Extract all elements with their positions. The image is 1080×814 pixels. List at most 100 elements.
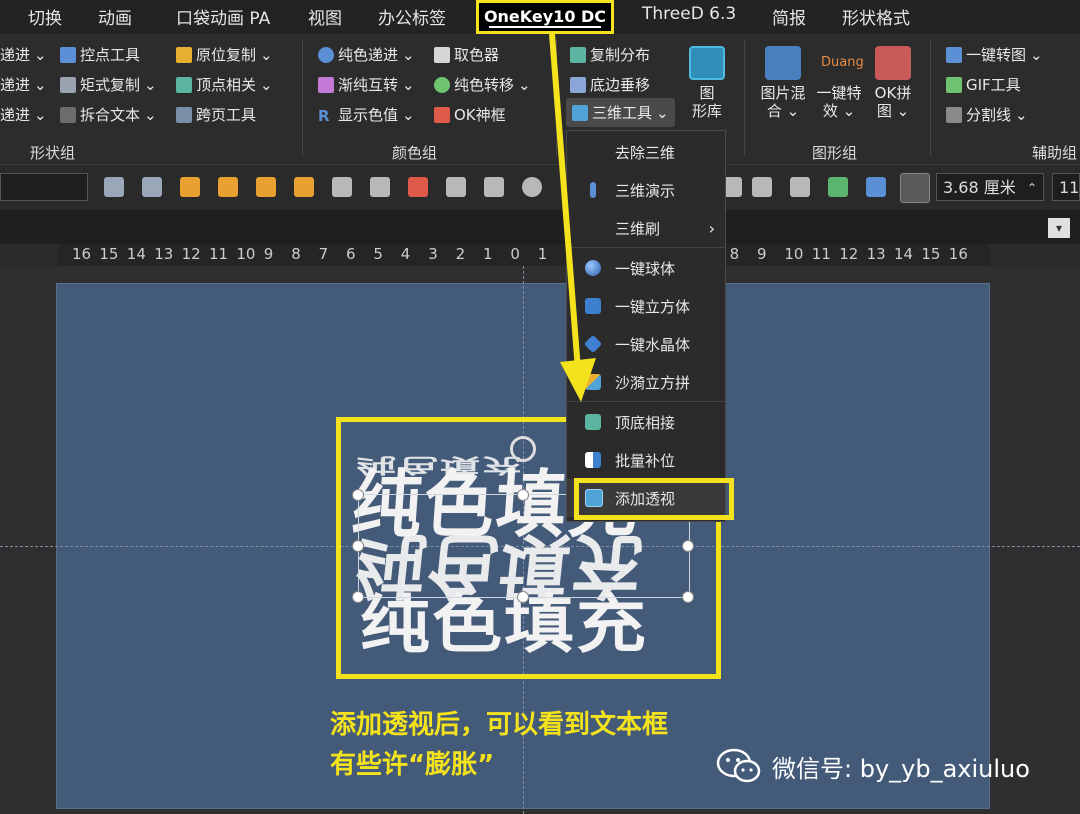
ruler-tick: 1 bbox=[483, 245, 493, 263]
menu-pocket-animation[interactable]: 口袋动画 PA bbox=[176, 4, 270, 29]
cursor-select-icon[interactable] bbox=[900, 173, 930, 203]
image-blend-button[interactable]: 图片混合 ⌄ bbox=[756, 46, 810, 120]
brush-icon[interactable] bbox=[790, 177, 810, 197]
duang-text: Duang bbox=[821, 55, 864, 70]
chevron-down-icon: ⌄ bbox=[260, 45, 273, 64]
chevron-down-icon: ⌄ bbox=[260, 75, 273, 94]
select-tool-icon[interactable] bbox=[866, 177, 886, 197]
show-color-value-button[interactable]: R 显示色值 ⌄ bbox=[318, 104, 415, 125]
divider-line-button[interactable]: 分割线 ⌄ bbox=[946, 104, 1028, 125]
height-field[interactable]: 11 bbox=[1052, 173, 1080, 201]
label: 纯色递进 bbox=[338, 46, 399, 64]
align-tool-icon[interactable] bbox=[828, 177, 848, 197]
ruler-tick: 8 bbox=[291, 245, 301, 263]
divider bbox=[744, 40, 745, 156]
hexagon-icon bbox=[689, 46, 725, 80]
ruler-tick: 5 bbox=[373, 245, 383, 263]
shape-stack-icon[interactable] bbox=[256, 177, 276, 197]
ok-puzzle-button[interactable]: OK拼图 ⌄ bbox=[868, 46, 918, 120]
label: 控点工具 bbox=[80, 46, 141, 64]
chevron-down-icon: ⌄ bbox=[518, 75, 531, 94]
ok-frame-button[interactable]: OK神框 bbox=[434, 104, 506, 125]
ruler-tick: 13 bbox=[154, 245, 174, 263]
gif-tool-button[interactable]: GIF工具 bbox=[946, 74, 1021, 95]
ribbon-recursive-3[interactable]: 递进 ⌄ bbox=[0, 104, 47, 125]
shape-group-icon[interactable] bbox=[294, 177, 314, 197]
label: 矩式复制 bbox=[80, 76, 141, 94]
split-text-button[interactable]: 拆合文本 ⌄ bbox=[60, 104, 157, 125]
align-center-icon[interactable] bbox=[370, 177, 390, 197]
label: 形库 bbox=[691, 102, 722, 120]
chevron-right-icon: › bbox=[708, 218, 715, 238]
menu-transitions[interactable]: 切换 bbox=[28, 4, 62, 29]
align-left-icon[interactable] bbox=[104, 177, 124, 197]
ribbon-recursive-1[interactable]: 递进 ⌄ bbox=[0, 44, 47, 65]
label: 一键立方体 bbox=[615, 297, 691, 316]
in-place-copy-button[interactable]: 原位复制 ⌄ bbox=[176, 44, 273, 65]
horizontal-ruler: 1615141312111098765432101234567891011121… bbox=[58, 244, 990, 266]
wechat-icon bbox=[716, 748, 761, 783]
menu-view[interactable]: 视图 bbox=[308, 4, 342, 29]
shape-front-icon[interactable] bbox=[180, 177, 200, 197]
chevron-down-icon: ⌄ bbox=[144, 75, 157, 94]
chevron-down-icon: ⌄ bbox=[144, 105, 157, 124]
label: 批量补位 bbox=[615, 451, 676, 470]
menu-threed[interactable]: ThreeD 6.3 bbox=[642, 4, 736, 24]
highlight-add-perspective bbox=[574, 478, 734, 520]
curve-icon[interactable] bbox=[752, 177, 772, 197]
ruler-tick: 0 bbox=[510, 245, 520, 263]
vertex-related-button[interactable]: 顶点相关 ⌄ bbox=[176, 74, 273, 95]
convert-to-image-button[interactable]: 一键转图 ⌄ bbox=[946, 44, 1043, 65]
label: 一键转图 bbox=[966, 46, 1027, 64]
label: 合 ⌄ bbox=[766, 102, 800, 120]
spinner-icon[interactable]: ⌃ bbox=[1027, 174, 1037, 202]
shape-library-button[interactable]: 图形库 bbox=[686, 46, 728, 120]
label: 图片混 bbox=[760, 84, 806, 102]
one-click-effect-button[interactable]: Duang 一键特效 ⌄ bbox=[814, 46, 864, 120]
label: 原位复制 bbox=[196, 46, 257, 64]
label: 渐纯互转 bbox=[338, 76, 399, 94]
menu-office-tabs[interactable]: 办公标签 bbox=[378, 4, 446, 29]
text-split-icon bbox=[60, 106, 76, 123]
wechat-id: 微信号: by_yb_axiuluo bbox=[772, 754, 1030, 783]
distribute-vertical-icon[interactable] bbox=[446, 177, 466, 197]
height-value: 11 bbox=[1059, 178, 1080, 197]
vertex-icon bbox=[176, 76, 192, 93]
ruler-tick: 16 bbox=[72, 245, 92, 263]
color-transfer-button[interactable]: 纯色转移 ⌄ bbox=[434, 74, 531, 95]
solid-recursive-button[interactable]: 纯色递进 ⌄ bbox=[318, 44, 415, 65]
control-point-tool-button[interactable]: 控点工具 bbox=[60, 44, 140, 65]
font-size-field[interactable] bbox=[0, 173, 88, 201]
ribbon-recursive-2[interactable]: 递进 ⌄ bbox=[0, 74, 47, 95]
width-field[interactable]: 3.68 厘米 ⌃ bbox=[936, 173, 1044, 201]
label: 顶底相接 bbox=[615, 413, 676, 432]
tab-onekey-label: OneKey10 DC bbox=[483, 7, 607, 26]
text-format-icon[interactable] bbox=[408, 177, 428, 197]
label: 三维工具 bbox=[592, 104, 653, 122]
distribute-horizontal-icon[interactable] bbox=[484, 177, 504, 197]
ruler-tick: 11 bbox=[209, 245, 229, 263]
ruler-tick: 6 bbox=[346, 245, 356, 263]
chevron-down-icon: ⌄ bbox=[402, 75, 415, 94]
tab-onekey[interactable]: OneKey10 DC bbox=[476, 0, 614, 34]
ruler-tick: 3 bbox=[428, 245, 438, 263]
ruler-tick: 8 bbox=[729, 245, 740, 263]
align-right-icon[interactable] bbox=[142, 177, 162, 197]
gradient-solid-swap-button[interactable]: 渐纯互转 ⌄ bbox=[318, 74, 415, 95]
shape-back-icon[interactable] bbox=[218, 177, 238, 197]
split-grid-icon bbox=[946, 106, 962, 123]
ruler-tick: 11 bbox=[811, 245, 831, 263]
matrix-copy-button[interactable]: 矩式复制 ⌄ bbox=[60, 74, 157, 95]
chevron-down-icon[interactable]: ▾ bbox=[1048, 218, 1070, 238]
merge-shapes-icon[interactable] bbox=[522, 177, 542, 197]
menu-batch-fill[interactable]: 批量补位 bbox=[567, 441, 725, 479]
align-middle-icon[interactable] bbox=[332, 177, 352, 197]
ruler-tick: 7 bbox=[318, 245, 329, 263]
color-transfer-icon bbox=[434, 76, 450, 93]
menu-animations[interactable]: 动画 bbox=[98, 4, 132, 29]
menu-brief[interactable]: 简报 bbox=[772, 4, 806, 29]
cross-page-tool-button[interactable]: 跨页工具 bbox=[176, 104, 256, 125]
color-picker-button[interactable]: 取色器 bbox=[434, 44, 499, 65]
menu-shape-format[interactable]: 形状格式 bbox=[842, 4, 910, 29]
label: OK神框 bbox=[454, 106, 506, 124]
